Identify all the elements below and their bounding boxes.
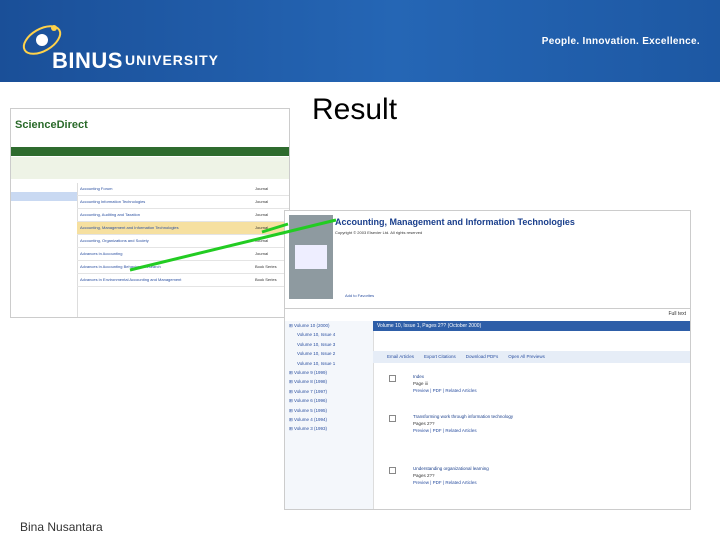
journal-cover-image (289, 215, 333, 299)
volume-node[interactable]: ⊞ Volume 5 (1995) (285, 406, 373, 415)
article-meta: Page iii (413, 381, 428, 386)
issue-link[interactable]: Volume 10, Issue 4 (285, 330, 373, 339)
slide-title: Result (312, 93, 398, 126)
article-entry: Index Page iii Preview | PDF | Related Art… (413, 373, 690, 394)
sd-title-link[interactable]: Accounting, Management and Information T… (80, 225, 179, 230)
volume-node[interactable]: ⊞ Volume 10 (2000) (285, 321, 373, 330)
sd-title-row[interactable]: Advances in Environmental Accounting and… (77, 274, 289, 287)
tagline: People. Innovation. Excellence. (541, 36, 700, 47)
toolbar-action[interactable]: Download PDFs (466, 354, 499, 359)
sd-title-link[interactable]: Advances in Accounting (80, 251, 122, 256)
article-checkbox[interactable] (389, 467, 396, 474)
article-title-link[interactable]: Transforming work through information te… (413, 413, 690, 420)
volume-list-screenshot: Full text ⊞ Volume 10 (2000) Volume 10, I… (284, 308, 691, 510)
logo-suffix: UNIVERSITY (125, 52, 220, 68)
issue-link[interactable]: Volume 10, Issue 1 (285, 359, 373, 368)
volume-node[interactable]: ⊞ Volume 8 (1998) (285, 377, 373, 386)
sd-title-link[interactable]: Accounting Forum (80, 186, 112, 191)
toolbar-action[interactable]: Export Citations (424, 354, 456, 359)
sd-type-cell: Journal (255, 225, 269, 230)
add-to-favorites-link[interactable]: Add to Favorites (345, 293, 374, 298)
volume-node[interactable]: ⊞ Volume 6 (1996) (285, 396, 373, 405)
sd-title-table: Accounting Forum Journal Accounting Inform… (77, 183, 289, 287)
sd-title-link[interactable]: Advances in Accounting Behavioral Resear… (80, 264, 161, 269)
toolbar-action[interactable]: Email Articles (387, 354, 414, 359)
article-links[interactable]: Preview | PDF | Related Articles (413, 387, 690, 394)
sd-search-bar (11, 157, 289, 179)
footer-text: Bina Nusantara (20, 520, 103, 534)
article-title-link[interactable]: Index (413, 373, 690, 380)
volume-node[interactable]: ⊞ Volume 7 (1997) (285, 387, 373, 396)
volume-node[interactable]: ⊞ Volume 3 (1993) (285, 424, 373, 433)
article-entry: Understanding organizational learning Pag… (413, 465, 690, 486)
issue-link[interactable]: Volume 10, Issue 3 (285, 340, 373, 349)
sd-title-row[interactable]: Advances in Accounting Behavioral Resear… (77, 261, 289, 274)
issue-link[interactable]: Volume 10, Issue 2 (285, 349, 373, 358)
article-checkbox[interactable] (389, 375, 396, 382)
sd-type-cell: Book Series (255, 277, 277, 282)
sd-title-link[interactable]: Accounting, Organizations and Society (80, 238, 149, 243)
sd-title-row[interactable]: Accounting, Auditing and Taxation Journal (77, 209, 289, 222)
sd-type-cell: Journal (255, 186, 269, 191)
article-meta: Pages 2?? (413, 421, 435, 426)
journal-page-screenshot: Accounting, Management and Information T… (284, 210, 691, 310)
header-band: BINUS UNIVERSITY People. Innovation. Exc… (0, 0, 720, 82)
article-meta: Pages 2?? (413, 473, 435, 478)
article-checkbox[interactable] (389, 415, 396, 422)
toolbar-action[interactable]: Open All Previews (508, 354, 545, 359)
volume-node[interactable]: ⊞ Volume 9 (1999) (285, 368, 373, 377)
sd-title-row[interactable]: Accounting, Management and Information T… (77, 222, 289, 235)
logo-text: BINUS (52, 48, 123, 73)
sd-type-cell: Journal (255, 238, 269, 243)
sd-title-link[interactable]: Advances in Environmental Accounting and… (80, 277, 181, 282)
sciencedirect-logo: ScienceDirect (15, 119, 88, 131)
issue-header: Volume 10, Issue 1, Pages 2?? (October 2… (373, 321, 690, 331)
journal-copyright: Copyright © 2003 Elsevier Ltd. All right… (335, 230, 423, 235)
journal-title: Accounting, Management and Information T… (335, 217, 575, 227)
sd-type-cell: Journal (255, 251, 269, 256)
article-entry: Transforming work through information te… (413, 413, 690, 434)
sd-title-row[interactable]: Accounting Forum Journal (77, 183, 289, 196)
sd-title-row[interactable]: Accounting, Organizations and Society Jou… (77, 235, 289, 248)
sd-type-cell: Book Series (255, 264, 277, 269)
sciencedirect-browse-screenshot: ScienceDirect HomeBrowseSearchMy Setting… (10, 108, 290, 318)
article-title-link[interactable]: Understanding organizational learning (413, 465, 690, 472)
sd-type-cell: Journal (255, 199, 269, 204)
sd-title-row[interactable]: Advances in Accounting Journal (77, 248, 289, 261)
volume-node[interactable]: ⊞ Volume 4 (1994) (285, 415, 373, 424)
volume-tree: ⊞ Volume 10 (2000) Volume 10, Issue 4 Volu… (285, 321, 374, 509)
sd-title-link[interactable]: Accounting Information Technologies (80, 199, 145, 204)
full-text-label: Full text (668, 311, 686, 317)
sd-type-cell: Journal (255, 212, 269, 217)
sd-browse-panel (11, 183, 78, 317)
article-links[interactable]: Preview | PDF | Related Articles (413, 427, 690, 434)
sd-nav-bar: HomeBrowseSearchMy SettingsAlertsHelp (11, 147, 289, 161)
article-links[interactable]: Preview | PDF | Related Articles (413, 479, 690, 486)
sd-title-link[interactable]: Accounting, Auditing and Taxation (80, 212, 140, 217)
article-toolbar: Email Articles Export Citations Download P… (373, 351, 690, 363)
sd-title-row[interactable]: Accounting Information Technologies Journ… (77, 196, 289, 209)
